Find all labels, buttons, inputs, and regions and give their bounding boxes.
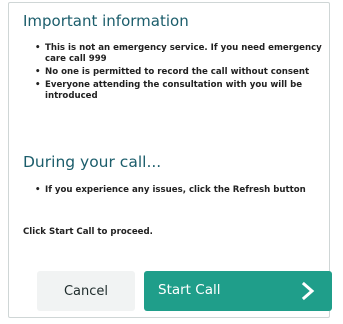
during-call-list: • If you experience any issues, click the… [33, 185, 325, 198]
important-information-list: • This is not an emergency service. If yo… [33, 43, 325, 104]
list-item: • Everyone attending the consultation wit… [35, 80, 303, 101]
list-item: • If you experience any issues, click the… [35, 185, 306, 195]
list-item: • No one is permitted to record the call … [35, 67, 310, 77]
chevron-right-icon [301, 281, 315, 301]
during-call-heading: During your call... [23, 153, 162, 171]
info-dialog: Important information • This is not an em… [8, 2, 332, 318]
start-call-label: Start Call [158, 282, 221, 298]
proceed-instruction: Click Start Call to proceed. [23, 227, 153, 237]
list-item: • This is not an emergency service. If yo… [35, 43, 322, 64]
start-call-button[interactable]: Start Call [144, 271, 332, 311]
important-information-heading: Important information [23, 12, 189, 30]
cancel-button[interactable]: Cancel [37, 271, 135, 311]
